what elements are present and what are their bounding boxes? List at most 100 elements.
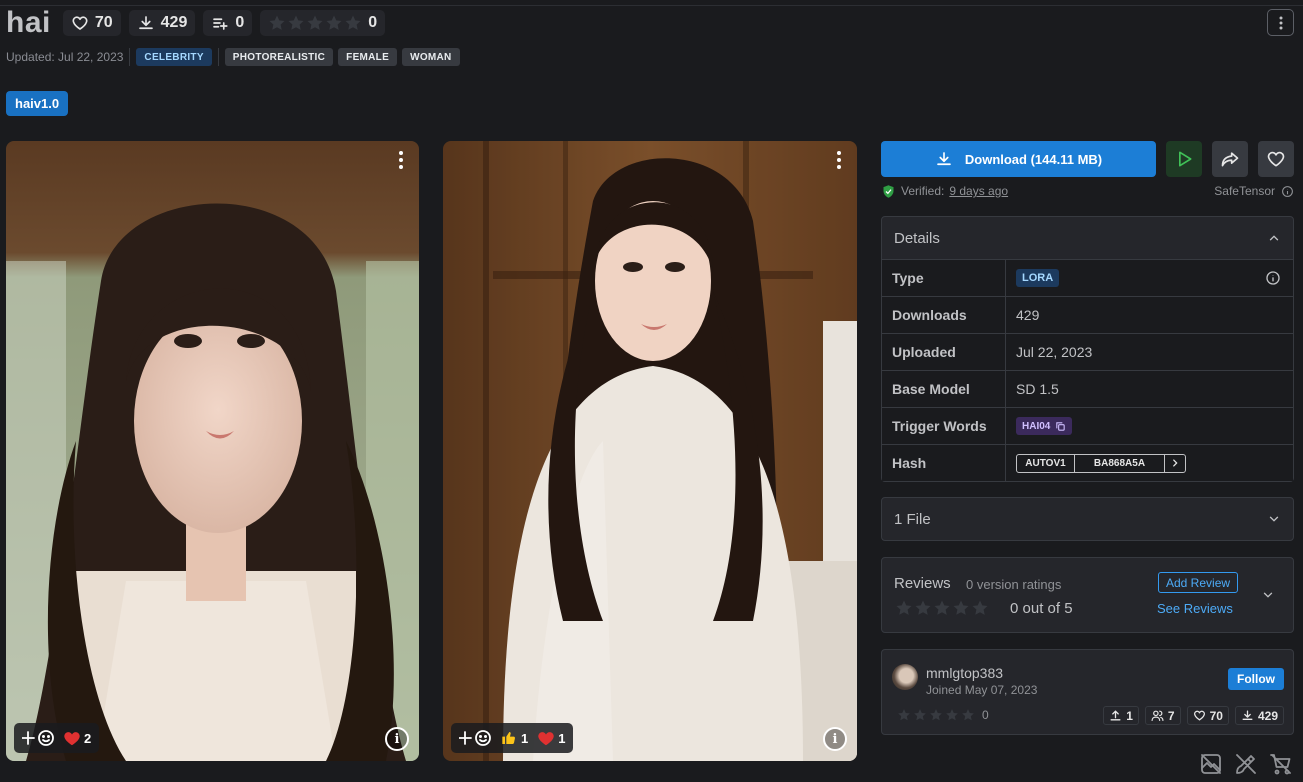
reaction-bar: 2 bbox=[14, 723, 100, 753]
divider bbox=[217, 48, 219, 66]
uploads-count: 1 bbox=[1126, 708, 1133, 723]
details-row-base-model: Base Model SD 1.5 bbox=[882, 370, 1293, 407]
details-key: Trigger Words bbox=[882, 408, 1006, 444]
reaction-bar: 1 1 bbox=[451, 723, 574, 753]
rating-stat[interactable]: 0 bbox=[260, 10, 386, 36]
creator-downloads-count: 429 bbox=[1257, 708, 1278, 723]
star-icon bbox=[946, 709, 958, 721]
download-label: Download (144.11 MB) bbox=[964, 151, 1103, 167]
collections-count: 0 bbox=[235, 14, 245, 31]
heart-icon bbox=[64, 731, 80, 745]
thumbs-up-reaction[interactable]: 1 bbox=[501, 730, 528, 746]
creator-rating: 0 bbox=[897, 708, 989, 722]
favorite-button[interactable] bbox=[1258, 141, 1294, 177]
details-key: Hash bbox=[882, 445, 1006, 481]
model-title: hai bbox=[6, 6, 51, 39]
trigger-word-badge[interactable]: HAI04 bbox=[1016, 417, 1073, 435]
model-header: hai 70 429 0 0 bbox=[6, 6, 386, 39]
details-heading: Details bbox=[894, 229, 940, 247]
star-icon bbox=[962, 709, 974, 721]
version-tab[interactable]: haiv1.0 bbox=[6, 91, 69, 116]
creator-name[interactable]: mmlgtop383 bbox=[926, 665, 1003, 681]
photo-off-icon[interactable] bbox=[1199, 752, 1223, 776]
footer-actions bbox=[1199, 752, 1293, 776]
avatar[interactable] bbox=[892, 664, 918, 690]
heart-count: 2 bbox=[84, 730, 92, 746]
download-button[interactable]: Download (144.11 MB) bbox=[881, 141, 1156, 177]
image-menu-button[interactable] bbox=[837, 151, 843, 169]
followers-stat: 7 bbox=[1144, 706, 1181, 725]
star-icon bbox=[288, 15, 304, 30]
image-info-button[interactable]: i bbox=[823, 727, 847, 751]
verified-prefix: Verified: bbox=[901, 184, 945, 198]
details-key: Base Model bbox=[882, 371, 1006, 407]
star-icon bbox=[307, 15, 323, 30]
download-icon bbox=[138, 16, 153, 30]
details-header[interactable]: Details bbox=[882, 217, 1293, 259]
info-icon: i bbox=[832, 731, 838, 747]
heart-reaction[interactable]: 2 bbox=[64, 731, 91, 746]
brush-off-icon[interactable] bbox=[1234, 752, 1258, 776]
follow-button[interactable]: Follow bbox=[1228, 668, 1284, 690]
chevron-up-icon bbox=[1269, 235, 1279, 241]
shield-check-icon bbox=[883, 184, 894, 198]
reviews-stars bbox=[895, 599, 989, 617]
files-heading: 1 File bbox=[894, 510, 931, 528]
portrait-image bbox=[6, 141, 419, 761]
verified-date-link[interactable]: 9 days ago bbox=[949, 184, 1008, 198]
add-reaction-button[interactable] bbox=[459, 729, 491, 747]
more-options-button[interactable] bbox=[1267, 9, 1294, 36]
image-menu-button[interactable] bbox=[399, 151, 405, 169]
files-header[interactable]: 1 File bbox=[882, 498, 1293, 540]
chevron-down-icon bbox=[1269, 516, 1279, 522]
downloads-stat: 429 bbox=[128, 10, 196, 36]
add-emoji-icon bbox=[459, 730, 491, 746]
followers-count: 7 bbox=[1167, 708, 1175, 723]
hash-value[interactable]: BA868A5A bbox=[1075, 454, 1165, 472]
gallery-image-card[interactable]: 1 1 i bbox=[443, 141, 857, 761]
star-icon bbox=[953, 600, 969, 615]
creator-card: mmlgtop383 Joined May 07, 2023 Follow 0 … bbox=[881, 649, 1294, 735]
star-icon bbox=[972, 600, 988, 615]
details-value: Jul 22, 2023 bbox=[1016, 344, 1093, 360]
top-divider bbox=[0, 5, 1303, 6]
creator-likes-stat: 70 bbox=[1186, 706, 1229, 725]
see-reviews-link[interactable]: See Reviews bbox=[1157, 601, 1233, 616]
category-tag[interactable]: CELEBRITY bbox=[136, 48, 212, 66]
rating-stars bbox=[268, 14, 362, 32]
share-button[interactable] bbox=[1212, 141, 1248, 177]
likes-stat[interactable]: 70 bbox=[62, 10, 121, 36]
chevron-down-icon[interactable] bbox=[1261, 588, 1275, 602]
hash-selector[interactable]: AUTOV1 BA868A5A bbox=[1016, 453, 1186, 473]
reviews-panel: Reviews 0 version ratings 0 out of 5 Add… bbox=[881, 557, 1294, 633]
gallery-image-card[interactable]: 2 i bbox=[6, 141, 419, 761]
reviews-count: 0 version ratings bbox=[966, 577, 1062, 592]
details-row-type: Type LORA bbox=[882, 259, 1293, 296]
image-info-button[interactable]: i bbox=[385, 727, 409, 751]
info-circle-icon[interactable] bbox=[1281, 185, 1294, 198]
files-panel[interactable]: 1 File bbox=[881, 497, 1294, 541]
add-review-button[interactable]: Add Review bbox=[1158, 572, 1239, 593]
star-icon bbox=[930, 709, 942, 721]
more-vertical-icon bbox=[1279, 16, 1282, 29]
shopping-cart-off-icon[interactable] bbox=[1269, 752, 1293, 776]
thumbs-up-count: 1 bbox=[521, 730, 529, 746]
hash-next-button[interactable] bbox=[1165, 455, 1185, 472]
add-emoji-icon bbox=[22, 730, 54, 746]
file-format: SafeTensor bbox=[1214, 183, 1294, 199]
collections-stat[interactable]: 0 bbox=[203, 10, 253, 36]
heart-icon bbox=[538, 731, 554, 745]
details-row-hash: Hash AUTOV1 BA868A5A bbox=[882, 444, 1293, 481]
tag[interactable]: WOMAN bbox=[402, 48, 460, 66]
run-button[interactable] bbox=[1166, 141, 1202, 177]
star-icon bbox=[934, 600, 950, 615]
tag[interactable]: PHOTOREALISTIC bbox=[224, 48, 334, 66]
thumbs-up-icon bbox=[502, 731, 515, 745]
info-circle-icon[interactable] bbox=[1265, 270, 1281, 286]
add-reaction-button[interactable] bbox=[22, 729, 54, 747]
star-icon bbox=[896, 600, 912, 615]
tag[interactable]: FEMALE bbox=[338, 48, 398, 66]
downloads-count: 429 bbox=[160, 14, 188, 31]
play-icon bbox=[1179, 151, 1192, 167]
heart-reaction[interactable]: 1 bbox=[538, 731, 565, 746]
